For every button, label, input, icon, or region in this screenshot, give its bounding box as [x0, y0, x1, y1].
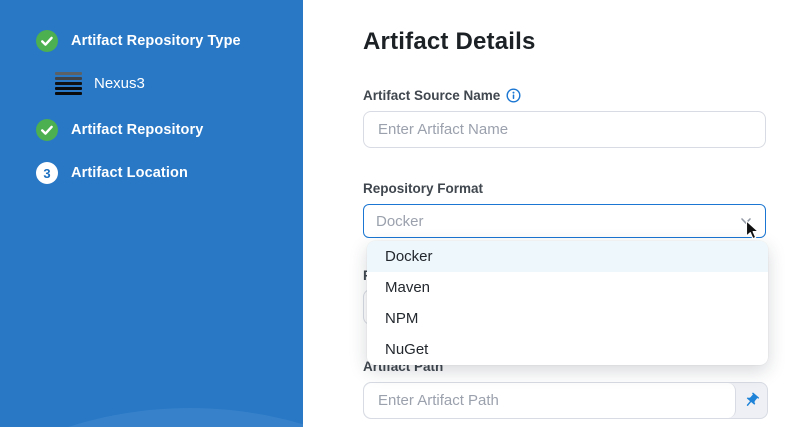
sidebar-substep-nexus3[interactable]: Nexus3 [55, 72, 145, 95]
pin-button[interactable] [736, 383, 767, 418]
artifact-details-panel: Artifact Details Artifact Source Name Re… [303, 0, 785, 427]
chevron-down-icon [739, 214, 753, 228]
artifact-path-group [363, 382, 768, 419]
repository-format-select[interactable]: Docker [363, 204, 766, 238]
artifact-source-name-input[interactable] [363, 111, 766, 148]
sidebar-step-artifact-repository[interactable]: Artifact Repository [36, 119, 203, 141]
artifact-source-name-label: Artifact Source Name [363, 88, 521, 103]
artifact-path-input[interactable] [364, 383, 736, 418]
step-label: Artifact Repository Type [71, 33, 241, 49]
repository-format-value: Docker [376, 213, 739, 230]
wizard-sidebar: Artifact Repository Type Nexus3 Artifact… [0, 0, 303, 427]
sidebar-step-artifact-location[interactable]: 3 Artifact Location [36, 162, 188, 184]
info-icon[interactable] [506, 88, 521, 103]
dropdown-option-maven[interactable]: Maven [367, 272, 768, 303]
page-title: Artifact Details [363, 28, 536, 56]
nexus3-icon [55, 72, 82, 95]
dropdown-option-docker[interactable]: Docker [367, 241, 768, 272]
check-circle-icon [36, 119, 58, 141]
step-label: Artifact Location [71, 165, 188, 181]
label-text: Artifact Source Name [363, 88, 500, 103]
dropdown-option-nuget[interactable]: NuGet [367, 334, 768, 365]
substep-label: Nexus3 [94, 75, 145, 92]
label-text: Repository Format [363, 181, 483, 196]
artifact-wizard: Artifact Repository Type Nexus3 Artifact… [0, 0, 785, 427]
step-number-badge: 3 [36, 162, 58, 184]
pushpin-icon [740, 389, 764, 413]
check-circle-icon [36, 30, 58, 52]
dropdown-option-npm[interactable]: NPM [367, 303, 768, 334]
repository-format-dropdown-menu: Docker Maven NPM NuGet [367, 241, 768, 365]
repository-format-label: Repository Format [363, 181, 483, 196]
step-label: Artifact Repository [71, 122, 203, 138]
sidebar-decoration [0, 408, 303, 427]
sidebar-step-artifact-repository-type[interactable]: Artifact Repository Type [36, 30, 241, 52]
